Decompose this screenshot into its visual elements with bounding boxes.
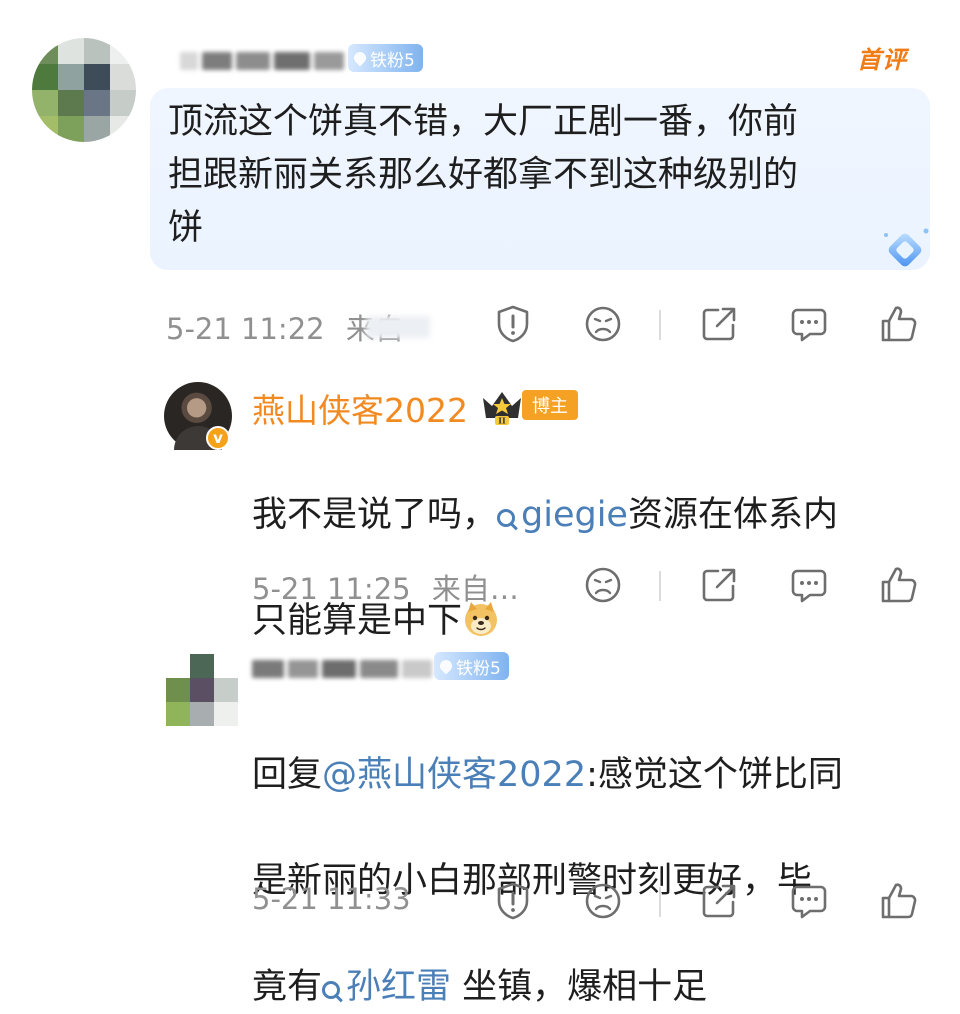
like-icon[interactable] [878, 880, 920, 922]
search-icon [497, 509, 516, 527]
diamond-decoration-icon [884, 228, 929, 267]
verified-icon: v [206, 426, 230, 450]
username-blurred[interactable] [180, 48, 344, 74]
divider [659, 887, 661, 917]
timestamp: 5-21 11:22 [166, 312, 325, 346]
divider [659, 571, 661, 601]
reply-text: 我不是说了吗， giegie资源在体系内 只能算是中下 [252, 495, 838, 641]
comment-icon[interactable] [788, 880, 830, 922]
search-icon [322, 981, 341, 999]
comment-icon[interactable] [788, 564, 830, 606]
timestamp: 5-21 11:25 [252, 572, 411, 606]
timestamp: 5-21 11:33 [252, 882, 411, 916]
username-blurred[interactable] [252, 656, 432, 682]
author-name[interactable]: 燕山侠客2022 [252, 384, 468, 432]
share-icon[interactable] [698, 880, 740, 922]
svg-text:II: II [498, 416, 506, 426]
report-icon[interactable] [492, 303, 534, 345]
sad-face-icon[interactable] [582, 564, 624, 606]
avatar[interactable] [166, 654, 238, 726]
share-icon[interactable] [698, 564, 740, 606]
host-badge: 博主 [522, 390, 578, 420]
comment-icon[interactable] [788, 303, 830, 345]
reply-text: 回复@燕山侠客2022:感觉这个饼比同 是新丽的小白那部刑警时刻更好，毕 竟有孙… [252, 755, 843, 1007]
avatar[interactable] [32, 38, 136, 142]
divider [659, 310, 661, 340]
fan-drop-icon [437, 657, 455, 675]
crown-icon: II [483, 392, 521, 426]
mention-link[interactable]: giegie [497, 495, 628, 535]
sad-face-icon[interactable] [582, 880, 624, 922]
source-label: 来自… [431, 572, 519, 606]
report-icon[interactable] [492, 880, 534, 922]
reply-meta: 5-21 11:25 来自… [252, 566, 519, 608]
like-icon[interactable] [878, 564, 920, 606]
mention-link[interactable]: 孙红雷 [322, 967, 451, 1007]
reply-to-link[interactable]: @燕山侠客2022 [322, 755, 586, 795]
fan-drop-icon [351, 49, 369, 67]
like-icon[interactable] [878, 303, 920, 345]
share-icon[interactable] [698, 303, 740, 345]
fan-level-badge: 铁粉5 [434, 652, 509, 680]
comment-text: 顶流这个饼真不错，大厂正剧一番，你前 担跟新丽关系那么好都拿不到这种级别的 饼 [168, 102, 799, 248]
source-blurred [366, 316, 430, 338]
fan-level-badge: 铁粉5 [348, 44, 423, 72]
sad-face-icon[interactable] [582, 303, 624, 345]
reply-meta: 5-21 11:33 [252, 882, 411, 916]
first-review-tag: 首评 [857, 46, 907, 74]
